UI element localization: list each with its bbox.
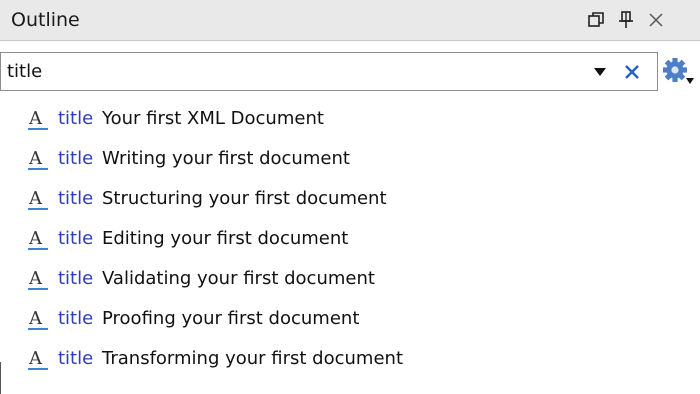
list-item[interactable]: A title Editing your first document [0,221,700,257]
svg-text:A: A [28,228,43,249]
outline-tree: A title Your first XML Document A title … [0,97,700,394]
list-item[interactable]: A title Structuring your first document [0,181,700,217]
element-tag: title [58,308,94,329]
svg-text:A: A [28,188,43,209]
outline-panel: Outline title A title Your first XML Doc… [0,0,700,394]
text-element-icon: A [27,186,49,212]
restore-window-icon[interactable] [584,7,608,33]
svg-text:A: A [28,308,43,329]
element-text: Your first XML Document [102,108,324,129]
outline-filter [0,52,658,91]
list-item[interactable]: A title Your first XML Document [0,101,700,137]
panel-title: Outline [11,9,80,31]
svg-text:A: A [28,268,43,289]
element-tag: title [58,268,94,289]
text-element-icon: A [27,226,49,252]
element-tag: title [58,348,94,369]
svg-text:A: A [28,348,43,369]
dropdown-arrow-icon[interactable] [589,59,611,85]
close-icon[interactable] [644,7,668,33]
element-tag: title [58,228,94,249]
panel-edge [0,362,1,394]
element-tag: title [58,148,94,169]
list-item[interactable]: A title Validating your first document [0,261,700,297]
element-text: Validating your first document [102,268,375,289]
list-item[interactable]: A title Writing your first document [0,141,700,177]
panel-titlebar: Outline [0,0,700,41]
element-text: Writing your first document [102,148,350,169]
svg-text:A: A [28,108,43,129]
settings-gear-icon[interactable] [660,54,698,90]
element-text: Proofing your first document [102,308,360,329]
text-element-icon: A [27,146,49,172]
clear-filter-icon[interactable] [619,59,645,85]
element-text: Transforming your first document [102,348,403,369]
text-element-icon: A [27,266,49,292]
list-item[interactable]: A title Proofing your first document [0,301,700,337]
list-item[interactable]: A title Transforming your first document [0,341,700,377]
element-tag: title [58,188,94,209]
filter-input[interactable] [7,56,567,86]
element-text: Structuring your first document [102,188,387,209]
pin-icon[interactable] [614,7,638,33]
text-element-icon: A [27,106,49,132]
text-element-icon: A [27,306,49,332]
text-element-icon: A [27,346,49,372]
element-text: Editing your first document [102,228,349,249]
svg-text:A: A [28,148,43,169]
element-tag: title [58,108,94,129]
